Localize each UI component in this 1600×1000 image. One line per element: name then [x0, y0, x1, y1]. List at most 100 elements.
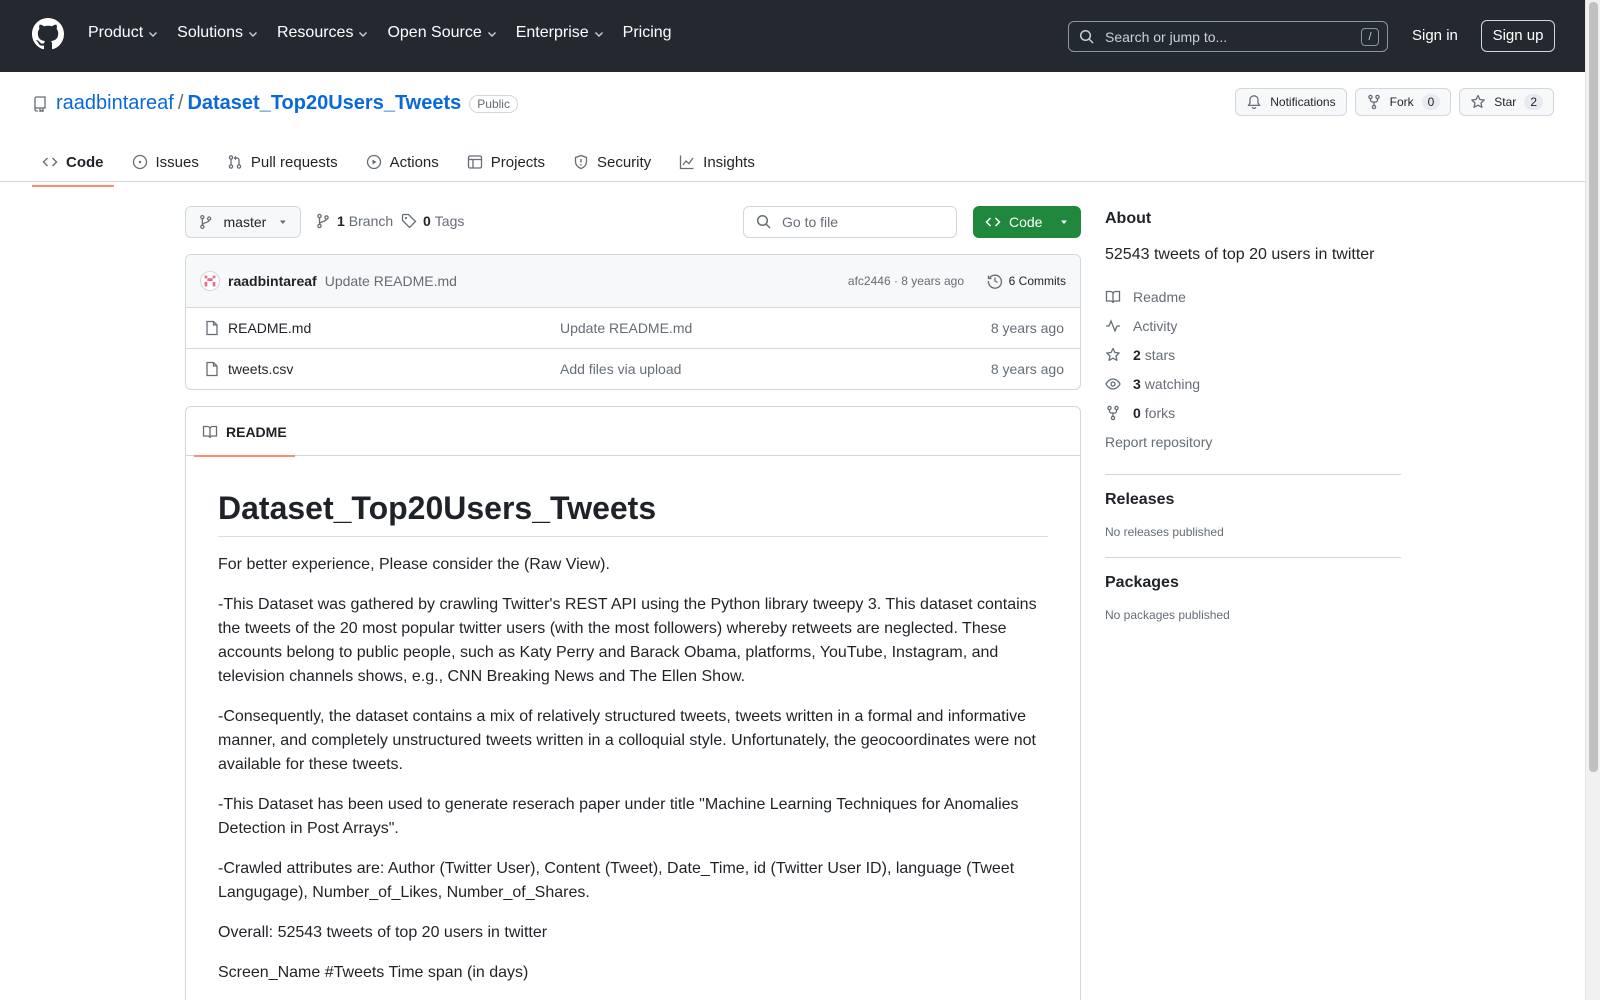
commit-author-link[interactable]: raadbintareaf [228, 273, 317, 289]
search-icon [756, 214, 771, 229]
tab-projects[interactable]: Projects [457, 142, 555, 182]
readme-paragraph: Screen_Name #Tweets Time span (in days) [218, 964, 529, 981]
nav-solutions[interactable]: Solutions [177, 24, 259, 42]
tab-insights[interactable]: Insights [669, 142, 765, 182]
global-header: Product Solutions Resources Open Source … [0, 0, 1600, 72]
nav-open-source[interactable]: Open Source [387, 24, 497, 42]
tab-security[interactable]: Security [563, 142, 661, 182]
page-scrollbar[interactable] [1585, 0, 1600, 1000]
star-count: 2 [1524, 94, 1543, 110]
packages-empty: No packages published [1105, 608, 1230, 622]
tag-count: 0 [423, 213, 431, 229]
issue-opened-icon [132, 154, 147, 170]
notifications-button[interactable]: Notifications [1235, 88, 1347, 116]
packages-heading[interactable]: Packages [1105, 574, 1401, 592]
commit-sha-time[interactable]: afc2446 · 8 years ago [848, 274, 964, 288]
chevron-down-icon [487, 32, 496, 37]
eye-icon [1105, 377, 1121, 390]
releases-heading[interactable]: Releases [1105, 491, 1401, 509]
repo-name-link[interactable]: Dataset_Top20Users_Tweets [187, 92, 461, 115]
book-icon [202, 425, 218, 438]
file-navigation: master 1 Branch 0 Tags Go to file Code [185, 206, 1081, 238]
chevron-down-icon [149, 32, 158, 37]
triangle-down-icon [280, 220, 287, 224]
tag-icon [401, 213, 417, 229]
avatar[interactable] [200, 271, 220, 291]
sign-in-link[interactable]: Sign in [1412, 27, 1458, 44]
repo-description: 52543 tweets of top 20 users in twitter [1105, 246, 1375, 263]
search-icon [1079, 29, 1094, 44]
go-to-file-input[interactable]: Go to file [743, 206, 957, 238]
divider [1105, 557, 1401, 558]
file-commit-message-link[interactable]: Update README.md [560, 320, 692, 336]
fork-button[interactable]: Fork 0 [1354, 88, 1452, 116]
file-name-link[interactable]: tweets.csv [228, 361, 293, 377]
code-download-button[interactable]: Code [973, 206, 1081, 238]
scrollbar-thumb[interactable] [1589, 2, 1598, 772]
file-commit-message-link[interactable]: Add files via upload [560, 361, 681, 377]
graph-icon [680, 155, 694, 170]
repo-title: raadbintareaf / Dataset_Top20Users_Tweet… [32, 92, 518, 115]
readme-link[interactable]: Readme [1105, 282, 1401, 311]
stars-link[interactable]: 2 stars [1105, 340, 1401, 369]
triangle-down-icon [1061, 220, 1067, 224]
search-shortcut-key: / [1361, 28, 1379, 46]
global-search-input[interactable]: Search or jump to... / [1068, 21, 1388, 52]
tab-code[interactable]: Code [32, 142, 114, 187]
readme-paragraph: For better experience, Please consider t… [218, 556, 610, 573]
git-branch-icon [317, 213, 329, 229]
book-icon [1105, 290, 1121, 303]
chevron-down-icon [359, 32, 368, 37]
shield-icon [574, 154, 588, 170]
file-row[interactable]: tweets.csv Add files via upload 8 years … [186, 349, 1080, 389]
table-icon [467, 155, 482, 169]
readme-panel: README Dataset_Top20Users_Tweets For bet… [185, 406, 1081, 1000]
star-icon [1106, 347, 1120, 361]
git-branch-icon [200, 214, 212, 230]
report-repository-link[interactable]: Report repository [1105, 427, 1401, 456]
repo-header: raadbintareaf / Dataset_Top20Users_Tweet… [0, 72, 1600, 187]
star-button[interactable]: Star 2 [1459, 88, 1554, 116]
tab-issues[interactable]: Issues [122, 142, 209, 182]
activity-link[interactable]: Activity [1105, 311, 1401, 340]
play-circle-icon [366, 154, 381, 170]
commits-history-link[interactable]: 6 Commits [987, 273, 1066, 289]
readme-paragraph: Overall: 52543 tweets of top 20 users in… [218, 924, 548, 941]
file-icon [206, 361, 218, 377]
watching-link[interactable]: 3 watching [1105, 369, 1401, 398]
github-logo-icon[interactable] [32, 18, 64, 50]
file-name-link[interactable]: README.md [228, 320, 311, 336]
global-nav: Product Solutions Resources Open Source … [88, 24, 690, 42]
branch-count: 1 [337, 213, 345, 229]
chevron-down-icon [594, 32, 603, 37]
nav-pricing[interactable]: Pricing [623, 24, 672, 42]
repo-owner-link[interactable]: raadbintareaf [56, 92, 174, 115]
fork-icon [1107, 405, 1119, 420]
code-icon [985, 217, 1001, 227]
readme-paragraph: -This Dataset has been used to generate … [218, 796, 1019, 837]
commit-message-link[interactable]: Update README.md [325, 273, 457, 289]
pulse-icon [1106, 318, 1120, 333]
forks-link[interactable]: 0 forks [1105, 398, 1401, 427]
readme-paragraph: -This Dataset was gathered by crawling T… [218, 596, 1037, 685]
readme-paragraph: -Crawled attributes are: Author (Twitter… [218, 860, 1015, 901]
nav-product[interactable]: Product [88, 24, 159, 42]
divider [1105, 474, 1401, 475]
tab-pull-requests[interactable]: Pull requests [217, 142, 348, 182]
file-row[interactable]: README.md Update README.md 8 years ago [186, 308, 1080, 349]
branch-select-button[interactable]: master [185, 206, 301, 238]
tags-link[interactable]: 0 Tags [401, 213, 464, 229]
nav-enterprise[interactable]: Enterprise [516, 24, 605, 42]
nav-resources[interactable]: Resources [277, 24, 369, 42]
readme-tab[interactable]: README [194, 407, 295, 457]
readme-tabbar: README [186, 407, 1080, 457]
about-links: Readme Activity 2 stars 3 watching 0 for… [1105, 282, 1401, 456]
readme-title: Dataset_Top20Users_Tweets [218, 488, 1048, 537]
fork-count: 0 [1421, 94, 1441, 110]
tab-actions[interactable]: Actions [356, 142, 449, 182]
git-pull-request-icon [228, 155, 242, 169]
sign-up-button[interactable]: Sign up [1481, 20, 1555, 52]
branches-link[interactable]: 1 Branch [315, 213, 393, 229]
releases-empty: No releases published [1105, 525, 1224, 539]
latest-commit-row: raadbintareaf Update README.md afc2446 ·… [186, 255, 1080, 308]
